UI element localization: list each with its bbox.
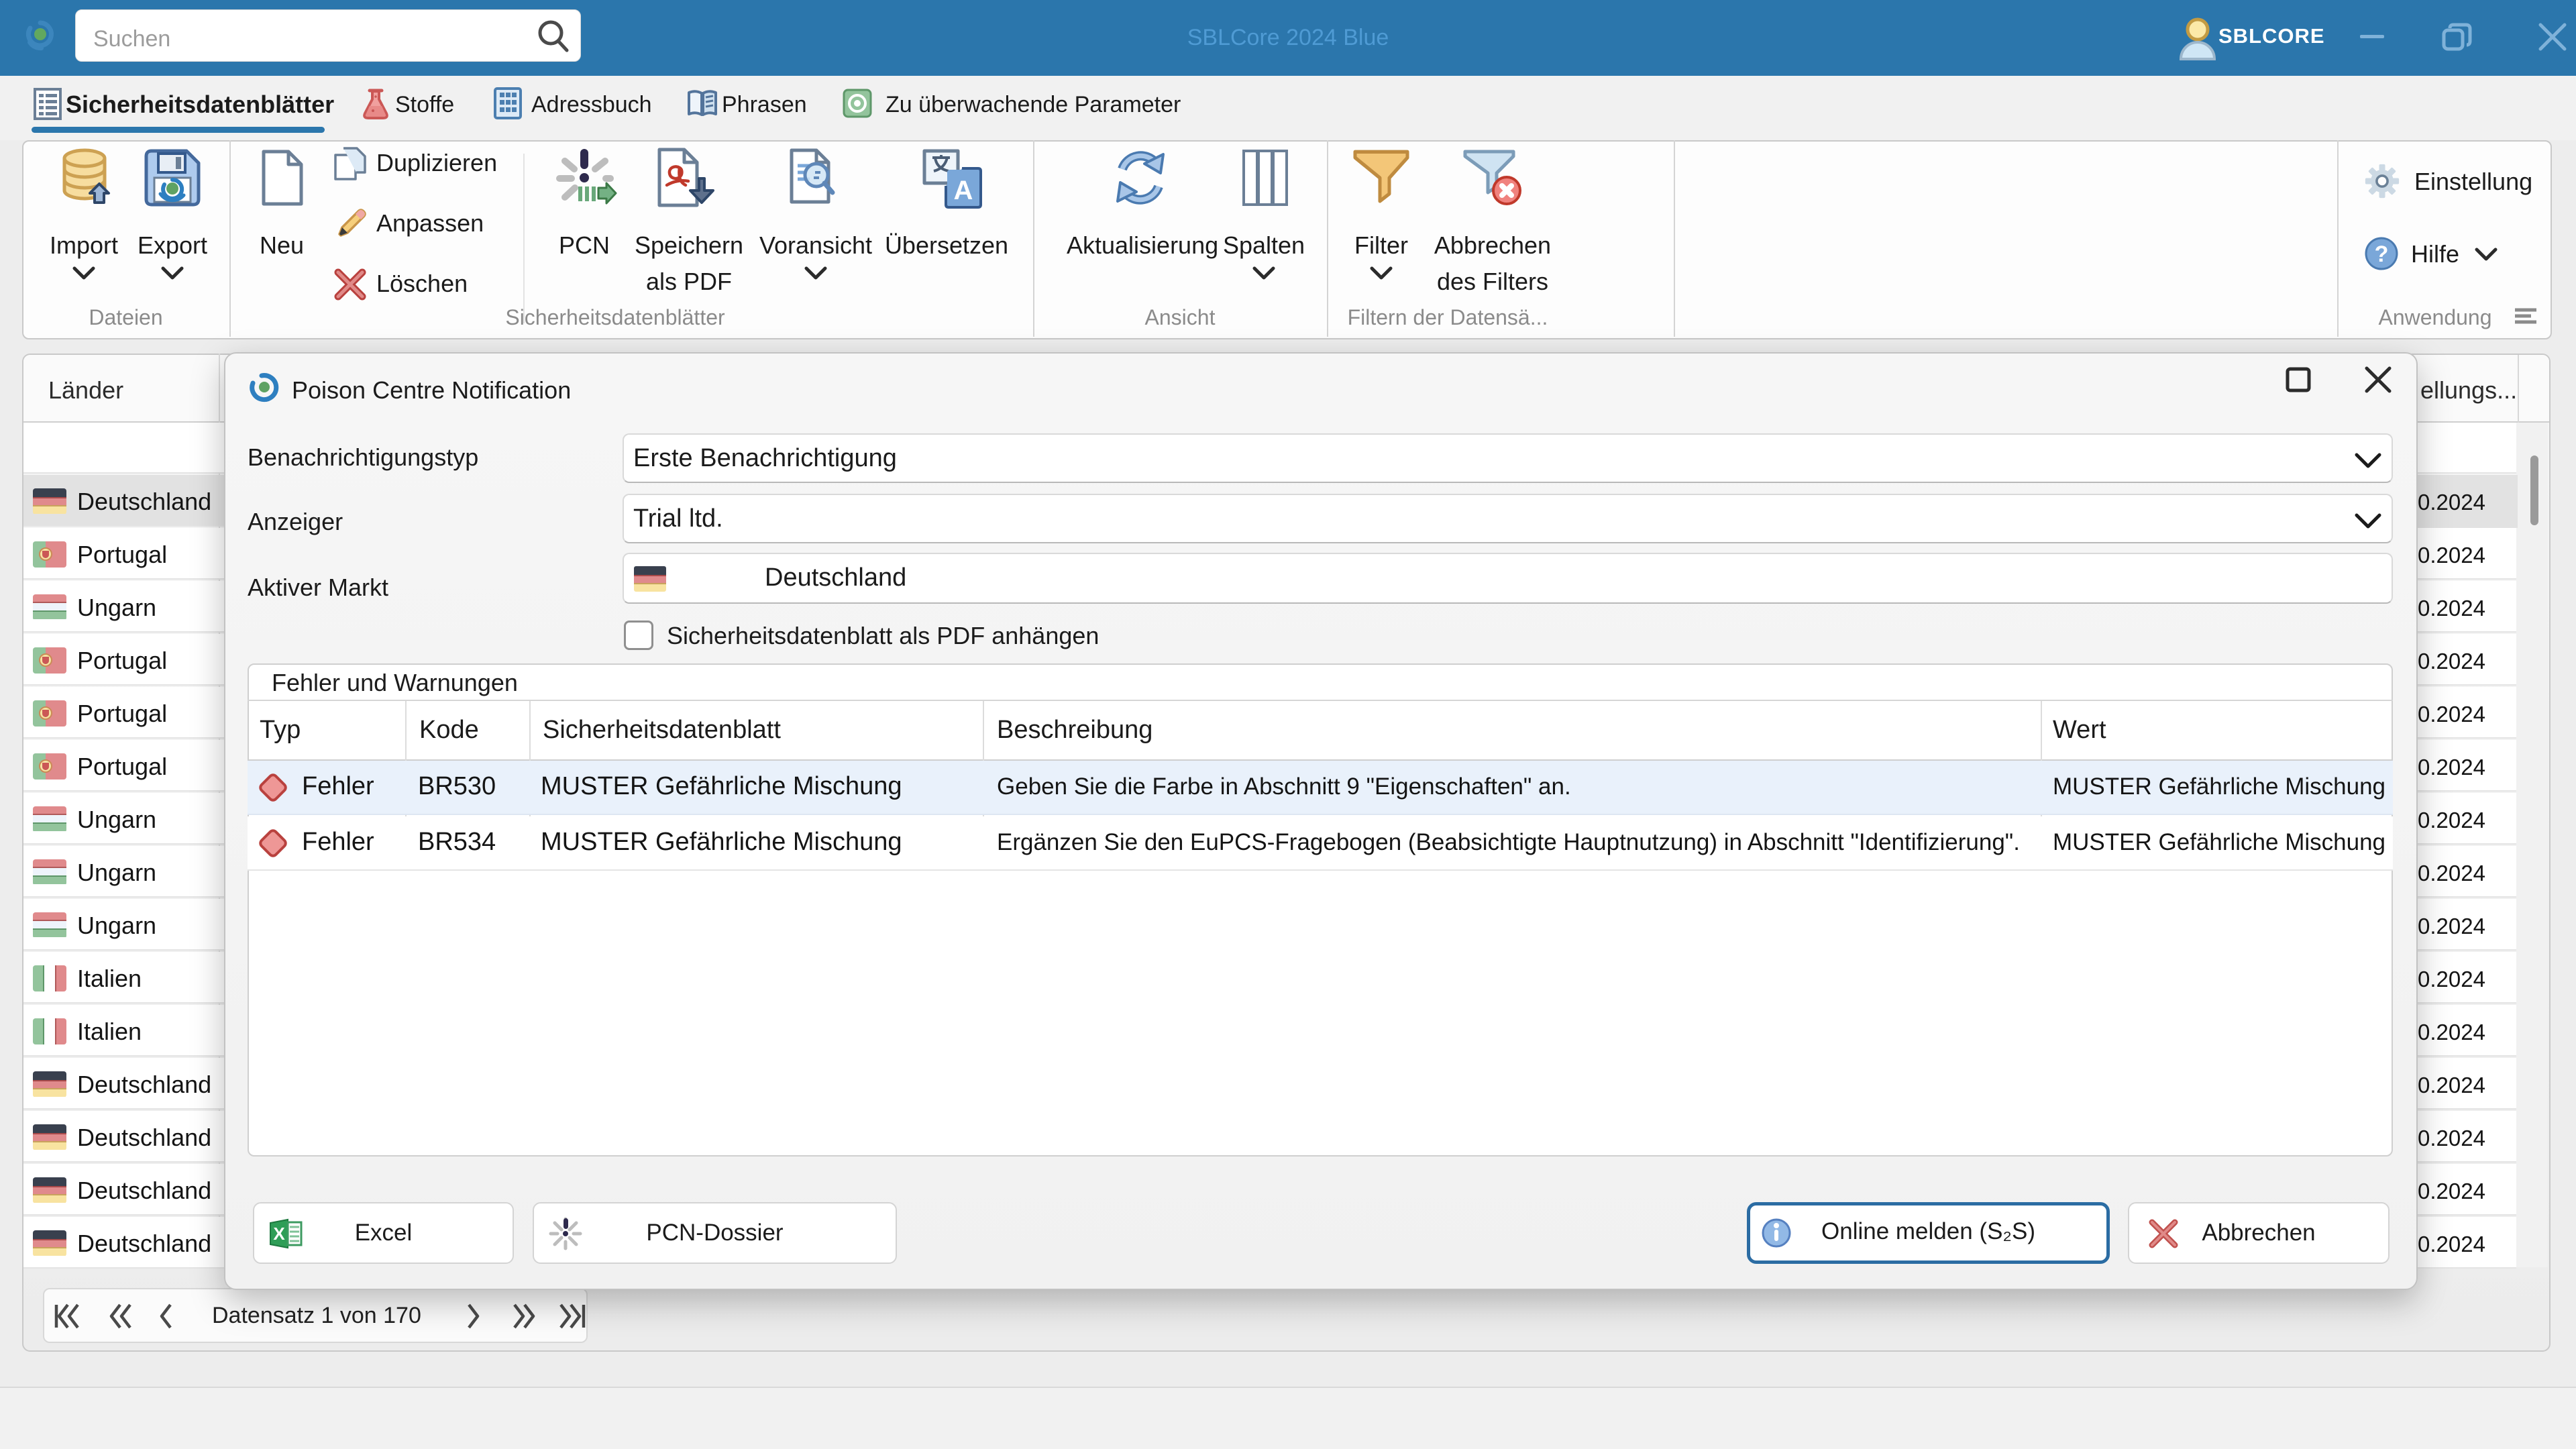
svg-text:A: A bbox=[954, 176, 973, 205]
svg-text:?: ? bbox=[2375, 241, 2389, 267]
